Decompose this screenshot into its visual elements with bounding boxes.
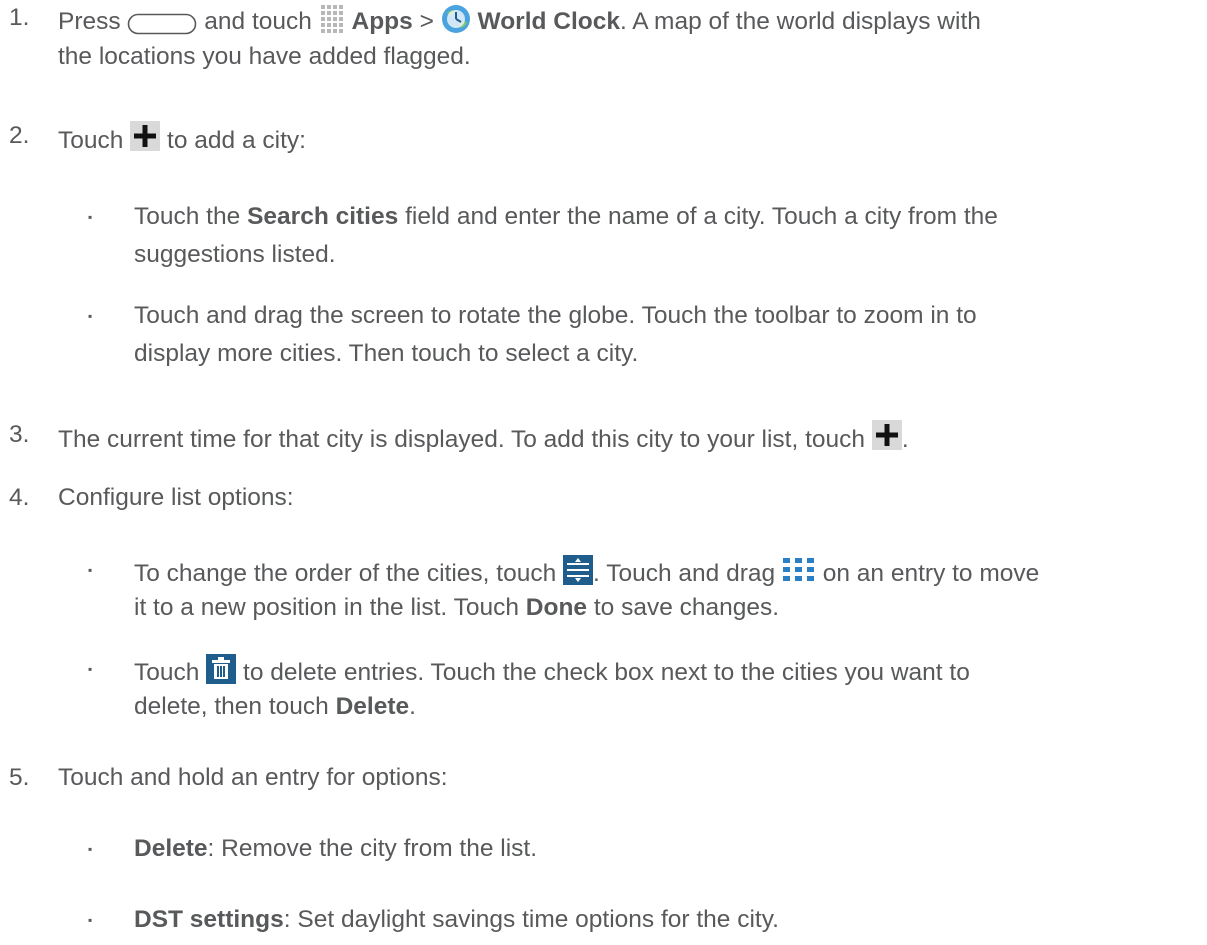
step-number: 5. <box>9 764 30 791</box>
bullet: ▪ <box>88 309 93 323</box>
trash-icon <box>206 654 237 684</box>
apps-grid-icon <box>320 5 343 33</box>
bullet: ▪ <box>88 210 93 224</box>
step-number: 2. <box>9 122 30 149</box>
add-plus-icon <box>130 121 161 151</box>
document-page: 1. Press and touch Apps > World Clock. A… <box>9 4 1040 933</box>
add-plus-icon <box>871 420 902 450</box>
bullet: ▪ <box>88 913 93 927</box>
step-number: 3. <box>9 421 30 448</box>
step-number: 4. <box>9 484 30 511</box>
step-number: 1. <box>9 4 30 31</box>
world-clock-icon <box>441 5 470 33</box>
bullet: ▪ <box>88 563 93 577</box>
home-key-icon <box>128 13 197 35</box>
reorder-icon <box>563 555 594 585</box>
bullet: ▪ <box>88 842 93 856</box>
drag-handle-icon <box>782 558 814 581</box>
bullet: ▪ <box>88 662 93 676</box>
